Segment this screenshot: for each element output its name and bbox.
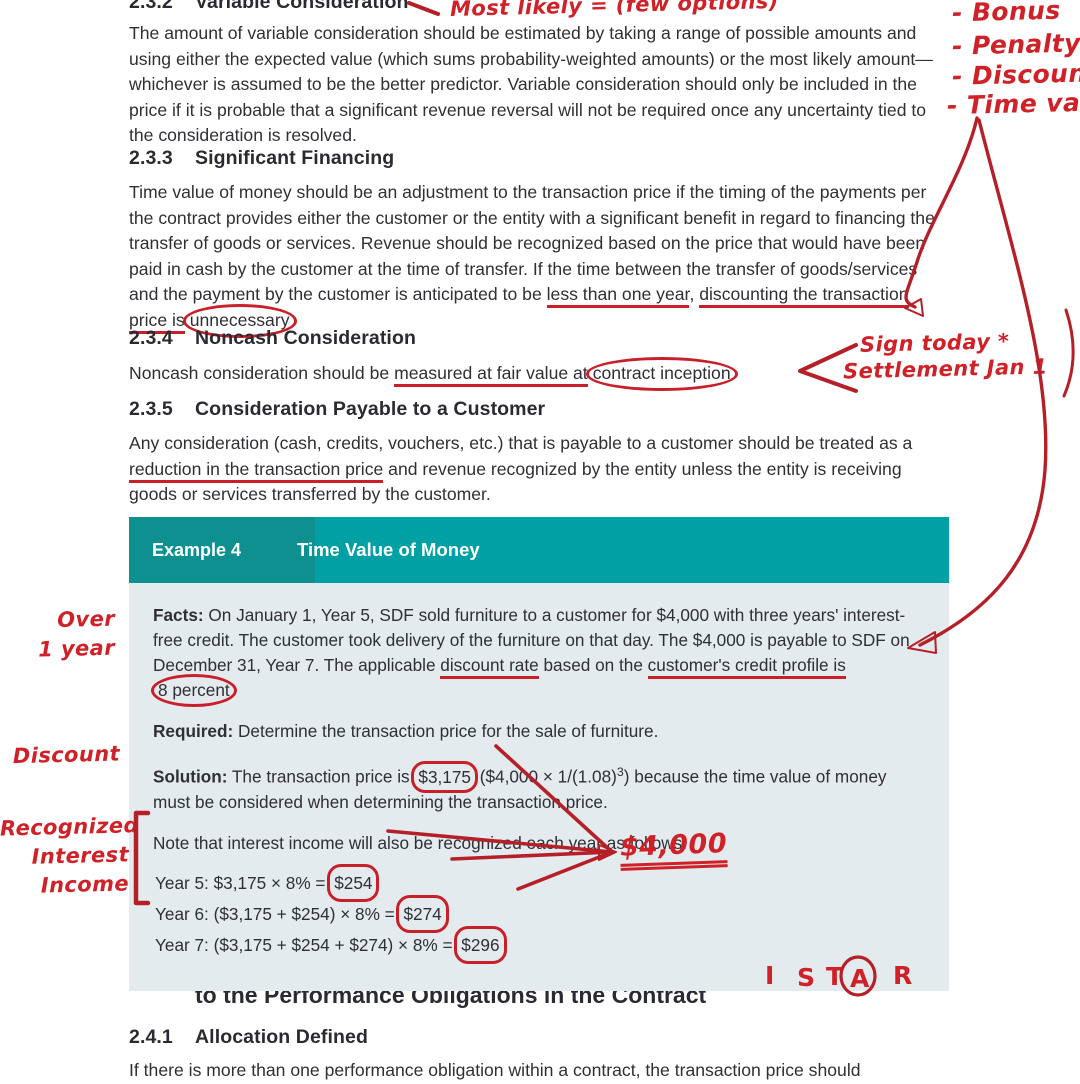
annotation-over-line2: 1 year	[37, 635, 116, 662]
annotation-interest: Interest	[31, 842, 130, 869]
underlined-measured-fair-value: measured at fair value at	[394, 363, 588, 387]
solution-exponent: 3	[616, 765, 624, 779]
example-label: Example 4	[152, 539, 242, 560]
required-label: Required:	[153, 721, 234, 741]
circled-3175: $3,175	[411, 760, 478, 793]
example-facts: Facts: On January 1, Year 5, SDF sold fu…	[151, 603, 925, 707]
annotation-over-line1: Over	[56, 606, 116, 633]
heading-number: 2.3.4	[129, 327, 173, 349]
annotation-settlement-jan: Settlement Jan 1	[842, 354, 1048, 384]
heading-2-3-3: 2.3.3 Significant Financing	[129, 147, 394, 170]
heading-2-3-5: 2.3.5 Consideration Payable to a Custome…	[129, 398, 545, 421]
underlined-discount-rate: discount rate	[440, 655, 539, 679]
circled-274: $274	[396, 894, 449, 933]
circled-296: $296	[454, 925, 507, 964]
annotation-recognized: Recognized	[0, 813, 140, 841]
calc-row: Year 6: ($3,175 + $254) × 8% = $274	[153, 894, 925, 933]
circled-8-percent: 8 percent	[151, 674, 237, 707]
example-box: Example 4 Time Value of Money Facts: On …	[129, 517, 949, 991]
heading-title: Significant Financing	[195, 147, 395, 169]
annotation-istar-r: R	[893, 961, 913, 990]
calc-prefix: Year 6: ($3,175 + $254) × 8% =	[155, 903, 400, 924]
heading-title: Variable Consideration	[195, 0, 409, 13]
solution-text: The transaction price is	[227, 766, 415, 787]
annotation-istar-a: A	[850, 964, 870, 993]
paragraph-2-3-4: Noncash consideration should be measured…	[129, 357, 949, 391]
circled-contract-inception: contract inception	[585, 357, 738, 391]
annotation-time-value: - Time value	[946, 86, 1080, 121]
tick-most-likely	[407, 1, 440, 16]
heading-title: Allocation Defined	[195, 1026, 368, 1048]
heading-2-3-2: 2.3.2 Variable Consideration	[129, 0, 409, 14]
annotation-amount-4000: $4,000	[619, 828, 728, 868]
example-box-header: Example 4 Time Value of Money	[129, 517, 949, 583]
example-note: Note that interest income will also be r…	[153, 832, 688, 853]
heading-number: 2.4.1	[129, 1026, 173, 1048]
paragraph-text: Any consideration (cash, credits, vouche…	[129, 433, 913, 453]
facts-label: Facts:	[153, 605, 204, 625]
calc-prefix: Year 7: ($3,175 + $254 + $274) × 8% =	[155, 934, 458, 955]
margin-stroke-right	[1062, 308, 1075, 398]
annotation-istar-t: T	[826, 962, 844, 991]
example-required: Required: Determine the transaction pric…	[153, 719, 925, 744]
annotation-income: Income	[40, 871, 130, 898]
calc-row: Year 5: $3,175 × 8% = $254	[153, 863, 925, 902]
solution-formula: ($4,000 × 1/(1.08)	[474, 766, 617, 787]
annotation-bonus: - Bonus	[951, 0, 1061, 28]
heading-title: Noncash Consideration	[195, 327, 416, 349]
example-box-body: Facts: On January 1, Year 5, SDF sold fu…	[129, 583, 949, 991]
heading-number: 2.3.2	[129, 0, 173, 13]
calc-prefix: Year 5: $3,175 × 8% =	[155, 872, 331, 893]
heading-title: Consideration Payable to a Customer	[195, 398, 546, 420]
circled-254: $254	[327, 863, 380, 902]
heading-2-3-4: 2.3.4 Noncash Consideration	[129, 327, 416, 350]
heading-number: 2.3.5	[129, 398, 173, 420]
heading-2-4-1: 2.4.1 Allocation Defined	[129, 1026, 368, 1049]
example-solution: Solution: The transaction price is $3,17…	[153, 760, 925, 815]
calc-row: Year 7: ($3,175 + $254 + $274) × 8% = $2…	[153, 925, 925, 964]
required-text: Determine the transaction price for the …	[233, 721, 659, 741]
heading-number: 2.3.3	[129, 147, 173, 169]
underlined-reduction-transaction-price: reduction in the transaction price	[129, 458, 384, 483]
solution-label: Solution:	[153, 766, 228, 787]
annotation-discount-left: Discount	[12, 741, 121, 769]
paragraph-2-3-2: The amount of variable consideration sho…	[129, 23, 933, 146]
document-page: 2.3.2 Variable Consideration The amount …	[0, 0, 1080, 1080]
paragraph-2-3-5: Any consideration (cash, credits, vouche…	[129, 431, 949, 508]
annotation-istar-i: I	[765, 961, 776, 990]
facts-text-cont: based on the	[538, 655, 648, 675]
example-title: Time Value of Money	[297, 539, 480, 560]
underlined-credit-profile: customer's credit profile is	[647, 655, 846, 679]
annotation-istar-s: S	[797, 963, 816, 992]
annotation-most-likely: Most likely = (few options)	[449, 0, 780, 22]
paragraph-text: Noncash consideration should be	[129, 363, 395, 383]
paragraph-comma: ,	[689, 284, 700, 305]
paragraph-2-3-3: Time value of money should be an adjustm…	[129, 180, 949, 338]
underlined-less-than-one-year: less than one year	[546, 284, 690, 309]
